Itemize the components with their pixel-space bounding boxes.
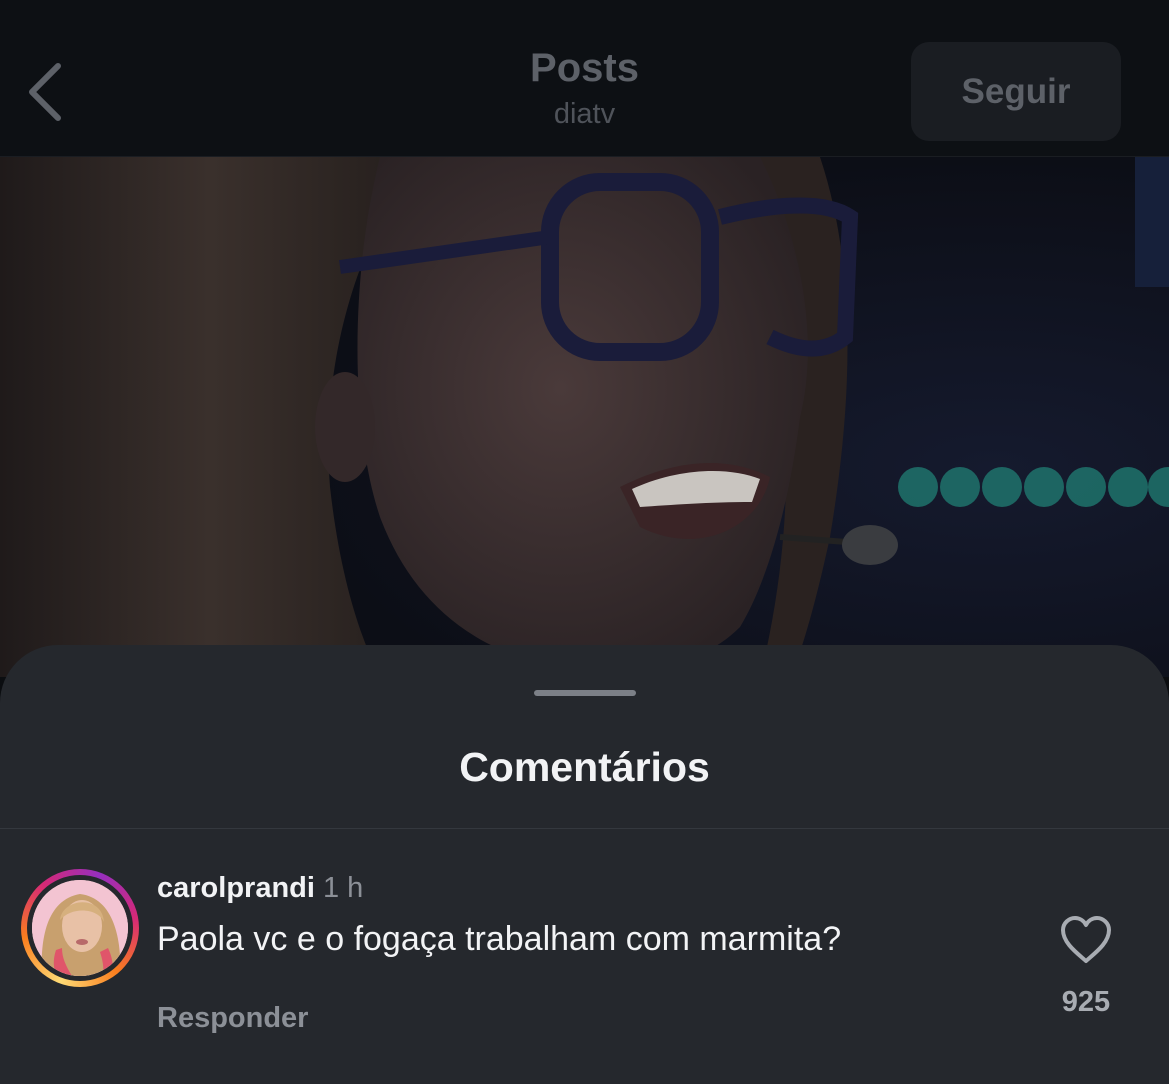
heart-outline-icon [1061, 916, 1111, 963]
comments-sheet: Comentários carolprandi 1 h Paola vc e o… [0, 645, 1169, 1084]
comment-text: Paola vc e o fogaça trabalham com marmit… [157, 920, 842, 958]
post-video[interactable] [0, 157, 1169, 677]
comment-username[interactable]: carolprandi 1 h [157, 869, 363, 907]
avatar [32, 880, 128, 976]
like-count: 925 [1061, 986, 1111, 1018]
comments-title: Comentários [459, 744, 710, 790]
avatar-image [32, 880, 128, 976]
comment-time: 1 h [322, 872, 364, 904]
video-frame [0, 157, 1169, 677]
like-button[interactable] [1059, 915, 1113, 965]
username-text[interactable]: carolprandi [157, 872, 315, 904]
top-bar: Posts diatv Seguir [0, 0, 1169, 157]
reply-button[interactable]: Responder [157, 999, 308, 1037]
follow-button[interactable]: Seguir [911, 42, 1121, 141]
avatar-story-ring[interactable] [21, 869, 139, 987]
comment-item: carolprandi 1 h Paola vc e o fogaça traba… [0, 829, 1169, 1084]
sheet-drag-handle[interactable] [534, 690, 636, 696]
